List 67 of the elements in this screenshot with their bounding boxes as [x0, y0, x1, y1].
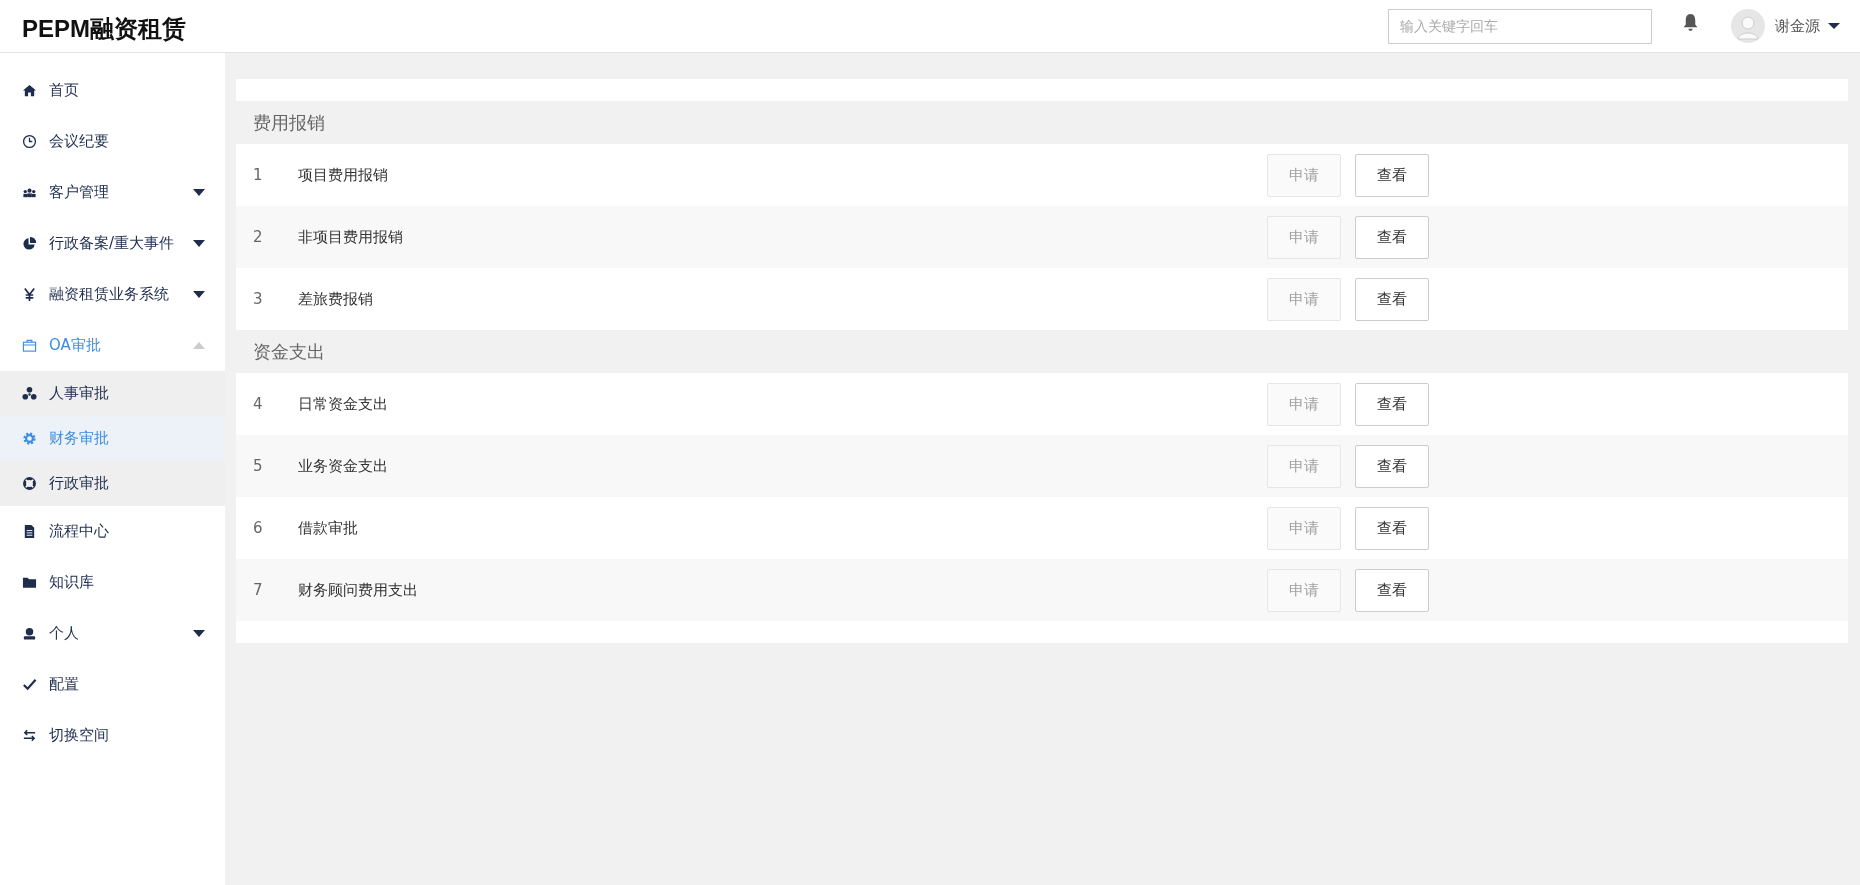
row-number: 2	[253, 228, 264, 246]
pie-chart-icon	[22, 236, 37, 251]
user-menu[interactable]: 谢金源	[1775, 16, 1840, 36]
nav-label: 首页	[49, 81, 80, 100]
row-number: 5	[253, 457, 264, 475]
clock-icon	[22, 134, 37, 149]
nav-label: OA审批	[49, 336, 102, 355]
nav-label: 融资租赁业务系统	[49, 285, 170, 304]
row-number: 7	[253, 581, 264, 599]
nav-label: 行政审批	[49, 474, 110, 493]
home-icon	[22, 83, 37, 98]
view-button[interactable]: 查看	[1355, 444, 1429, 488]
row-name: 差旅费报销	[298, 289, 374, 309]
nav-item[interactable]: 行政备案/重大事件	[0, 218, 225, 269]
folder-icon	[22, 575, 37, 590]
row-name: 业务资金支出	[298, 456, 389, 476]
view-button[interactable]: 查看	[1355, 382, 1429, 426]
document-icon	[22, 524, 37, 539]
nav-label: 切换空间	[49, 726, 110, 745]
search-field[interactable]: 输入关键字回车	[1388, 8, 1652, 44]
nav-item[interactable]: 流程中心	[0, 506, 225, 557]
nav-item[interactable]: 切换空间	[0, 710, 225, 761]
row-name: 项目费用报销	[298, 165, 389, 185]
nav-label: 个人	[49, 624, 80, 643]
gear-icon	[22, 431, 37, 446]
nav-label: 会议纪要	[49, 132, 110, 151]
view-button[interactable]: 查看	[1355, 277, 1429, 321]
nav-label: 知识库	[49, 573, 95, 592]
nav-item[interactable]: 融资租赁业务系统	[0, 269, 225, 320]
nav-item[interactable]: 首页	[0, 65, 225, 116]
swap-arrows-icon	[22, 728, 37, 743]
nav-label: 配置	[49, 675, 80, 694]
nav-item[interactable]: 配置	[0, 659, 225, 710]
nav-item[interactable]: 客户管理	[0, 167, 225, 218]
nav-item[interactable]: 知识库	[0, 557, 225, 608]
briefcase-icon	[22, 338, 37, 353]
nav-label: 财务审批	[49, 429, 110, 448]
row-name: 非项目费用报销	[298, 227, 404, 247]
lifebuoy-icon	[22, 476, 37, 491]
nav-label: 人事审批	[49, 384, 110, 403]
view-button[interactable]: 查看	[1355, 153, 1429, 197]
row-name: 财务顾问费用支出	[298, 580, 419, 600]
row-name: 日常资金支出	[298, 394, 389, 414]
nav-item[interactable]: 会议纪要	[0, 116, 225, 167]
view-button[interactable]: 查看	[1355, 568, 1429, 612]
nav-label: 行政备案/重大事件	[49, 234, 176, 253]
bell-icon[interactable]	[1682, 12, 1699, 32]
view-button[interactable]: 查看	[1355, 215, 1429, 259]
sub-nav-item[interactable]: 人事审批	[0, 371, 225, 416]
row-number: 1	[253, 166, 264, 184]
row-number: 4	[253, 395, 264, 413]
app-logo: PEPM融资租赁	[21, 14, 186, 44]
row-name: 借款审批	[298, 518, 359, 538]
row-number: 6	[253, 519, 264, 537]
nav-item[interactable]: OA审批	[0, 320, 225, 371]
nav-label: 客户管理	[49, 183, 110, 202]
view-button[interactable]: 查看	[1355, 506, 1429, 550]
check-icon	[22, 677, 37, 692]
radiation-icon	[22, 386, 37, 401]
nav-item[interactable]: 个人	[0, 608, 225, 659]
row-number: 3	[253, 290, 264, 308]
nav-label: 流程中心	[49, 522, 110, 541]
section-title: 资金支出	[236, 330, 1848, 373]
section-title: 费用报销	[236, 101, 1848, 144]
yen-icon	[22, 287, 37, 302]
user-icon	[22, 626, 37, 641]
sub-nav-item[interactable]: 行政审批	[0, 461, 225, 506]
